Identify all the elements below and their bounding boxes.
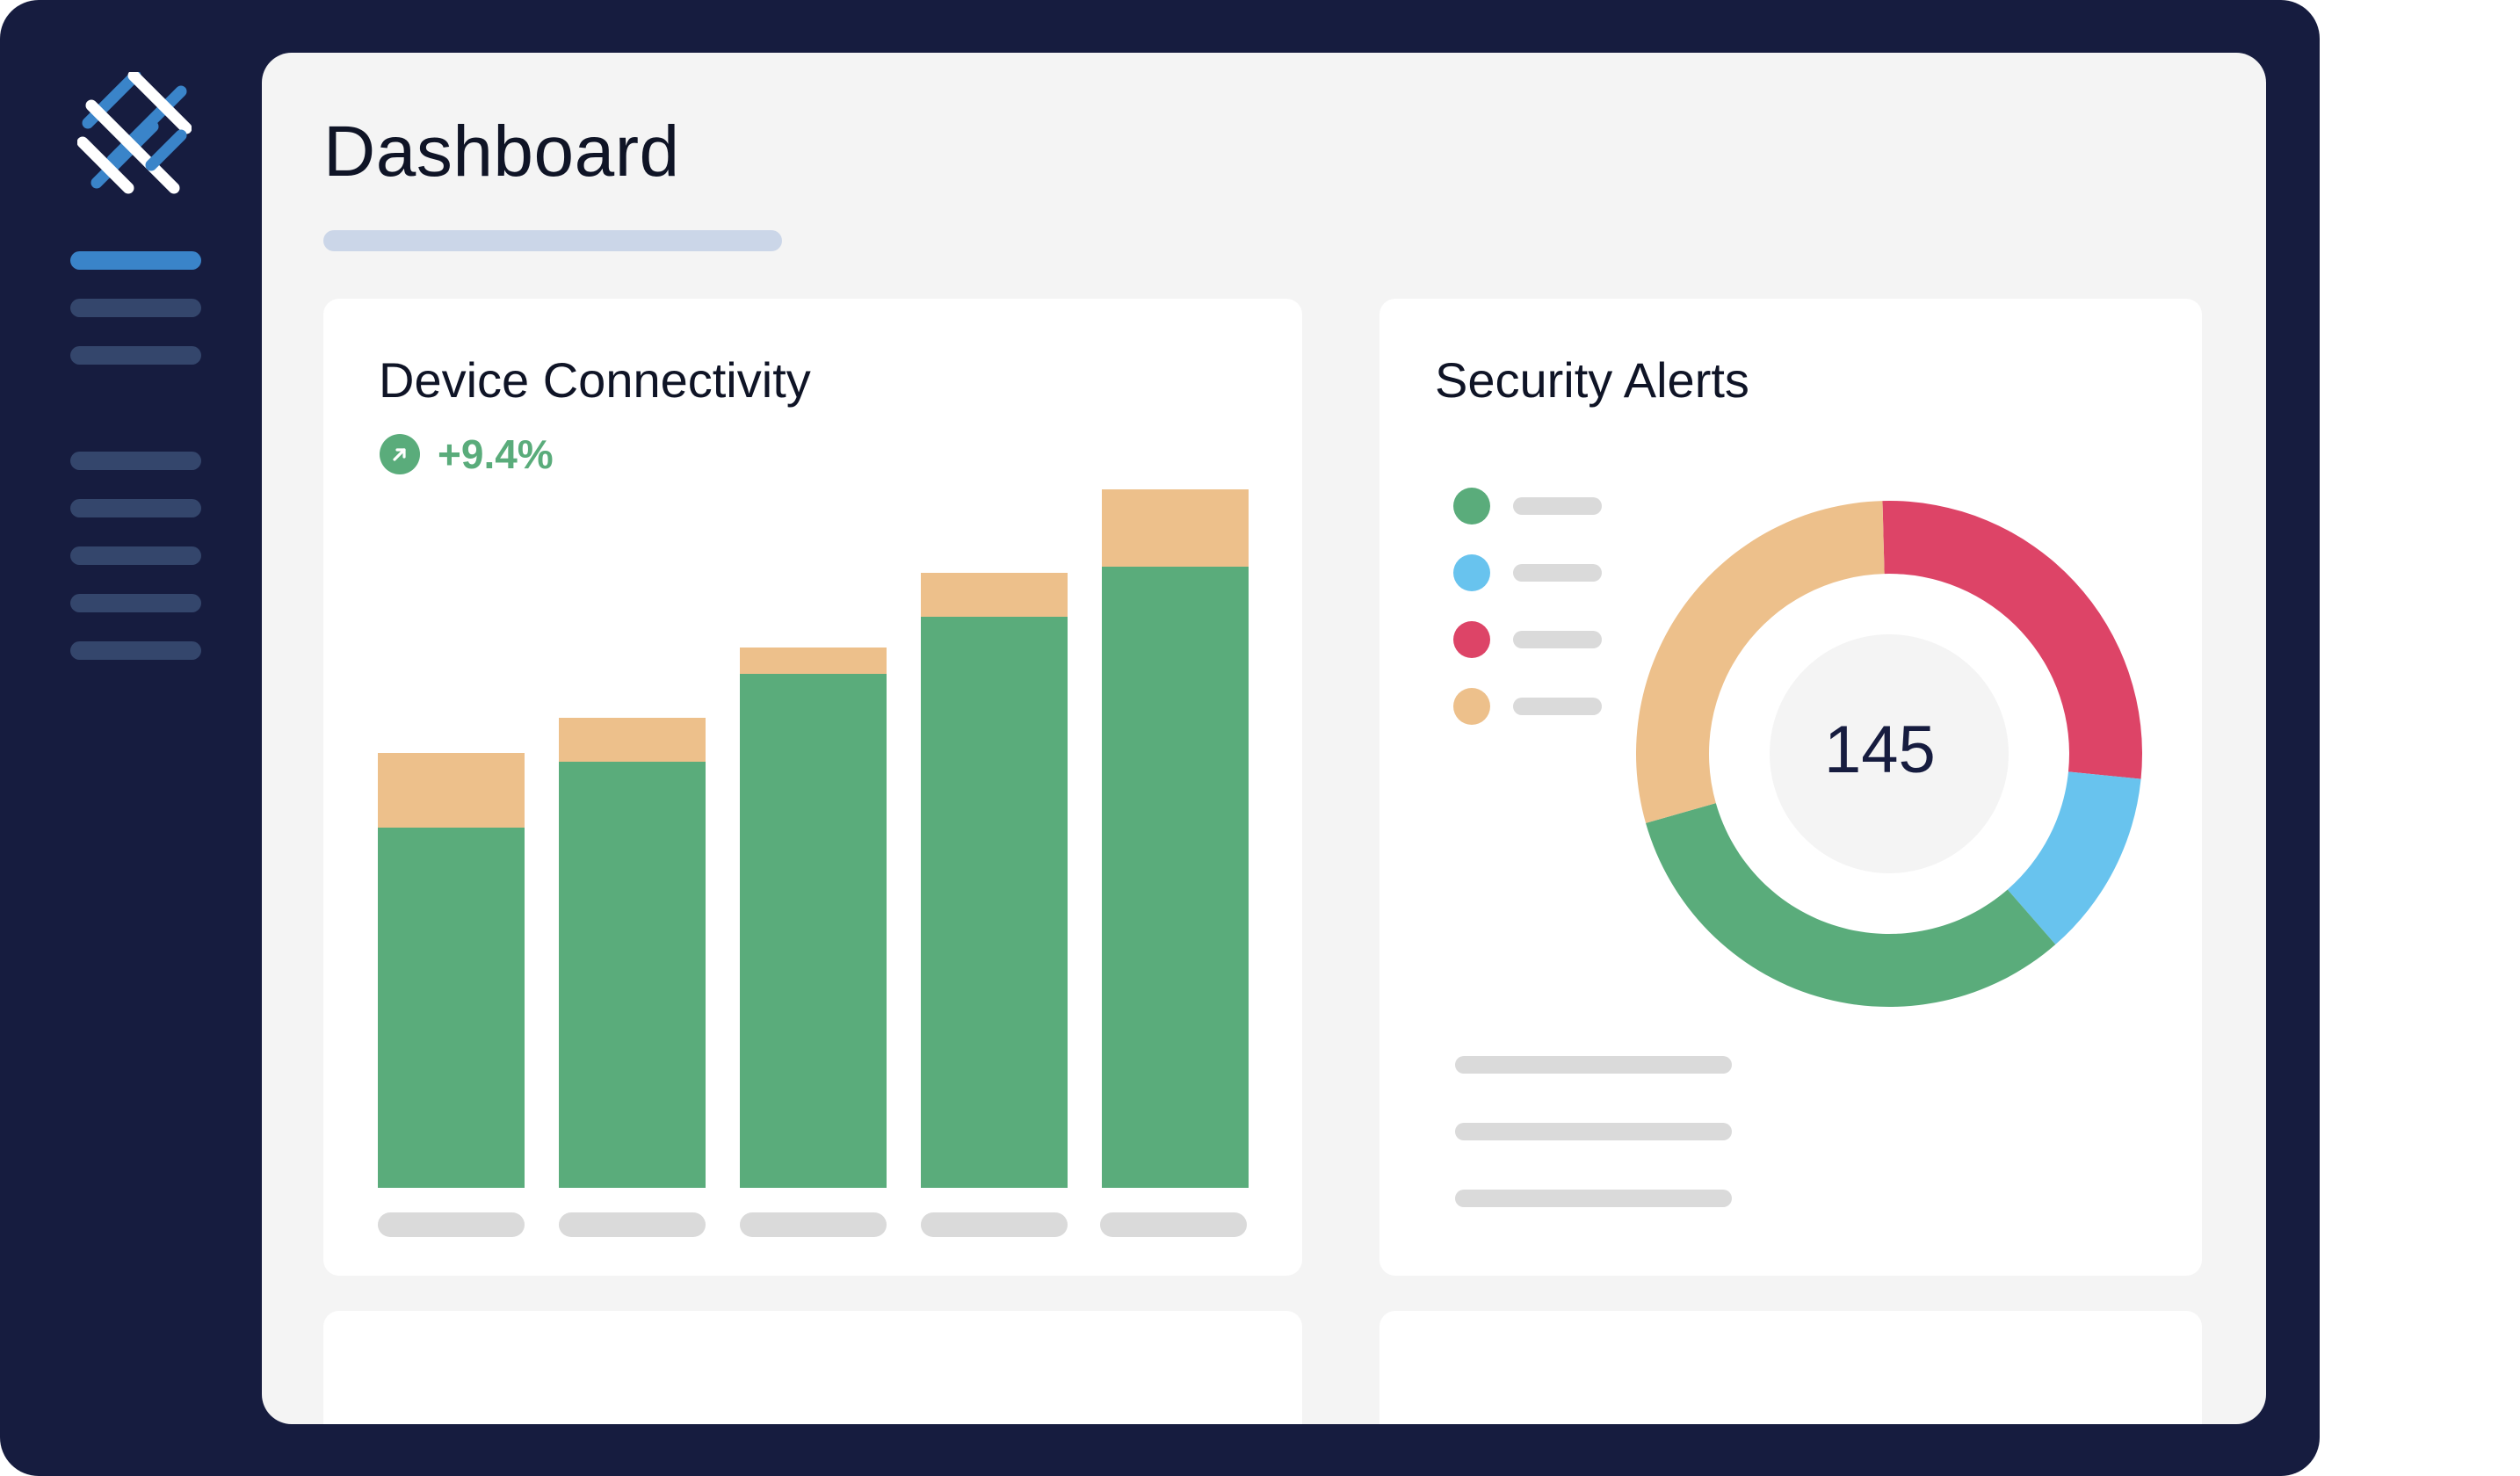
bar-segment-secondary-2 xyxy=(559,718,706,762)
sidebar-item-5[interactable] xyxy=(70,499,201,517)
donut-center-total: 145 xyxy=(1824,713,1936,787)
x-axis-label-placeholder xyxy=(378,1212,525,1237)
bar-segment-secondary-5 xyxy=(1102,489,1249,567)
bar-segment-primary-4 xyxy=(921,617,1068,1188)
app-frame: Dashboard Device Connectivity +9.4% Secu… xyxy=(0,0,2320,1476)
bar-segment-primary-3 xyxy=(740,674,887,1188)
bar-segment-secondary-3 xyxy=(740,648,887,674)
x-axis-label-placeholder xyxy=(740,1212,887,1237)
lower-right-card[interactable] xyxy=(1379,1311,2202,1424)
bar-segment-primary-2 xyxy=(559,762,706,1188)
sidebar-item-6[interactable] xyxy=(70,546,201,565)
device-connectivity-bar-chart xyxy=(378,489,1249,1188)
x-axis-label-placeholder xyxy=(559,1212,706,1237)
sidebar-item-8[interactable] xyxy=(70,641,201,660)
device-connectivity-card[interactable]: Device Connectivity +9.4% xyxy=(323,299,1302,1276)
summary-line-placeholder xyxy=(1455,1190,1732,1207)
sidebar-item-3[interactable] xyxy=(70,346,201,365)
bar-segment-secondary-4 xyxy=(921,573,1068,617)
lower-left-card[interactable] xyxy=(323,1311,1302,1424)
summary-line-placeholder xyxy=(1455,1123,1732,1140)
bar-segment-primary-5 xyxy=(1102,567,1249,1188)
sidebar-item-4[interactable] xyxy=(70,452,201,470)
page-subtitle-placeholder xyxy=(323,230,782,251)
page-title: Dashboard xyxy=(323,112,680,192)
bar-segment-secondary-1 xyxy=(378,753,525,828)
x-axis-label-placeholder xyxy=(1100,1212,1247,1237)
woven-lattice-logo-icon[interactable] xyxy=(77,72,192,195)
sidebar-item-2[interactable] xyxy=(70,299,201,317)
main-panel: Dashboard Device Connectivity +9.4% Secu… xyxy=(262,53,2266,1424)
sidebar-item-dashboard[interactable] xyxy=(70,251,201,270)
x-axis-label-placeholder xyxy=(921,1212,1068,1237)
security-alerts-card[interactable]: Security Alerts 145 xyxy=(1379,299,2202,1276)
sidebar-item-7[interactable] xyxy=(70,594,201,612)
bar-segment-primary-1 xyxy=(378,828,525,1188)
summary-line-placeholder xyxy=(1455,1056,1732,1074)
